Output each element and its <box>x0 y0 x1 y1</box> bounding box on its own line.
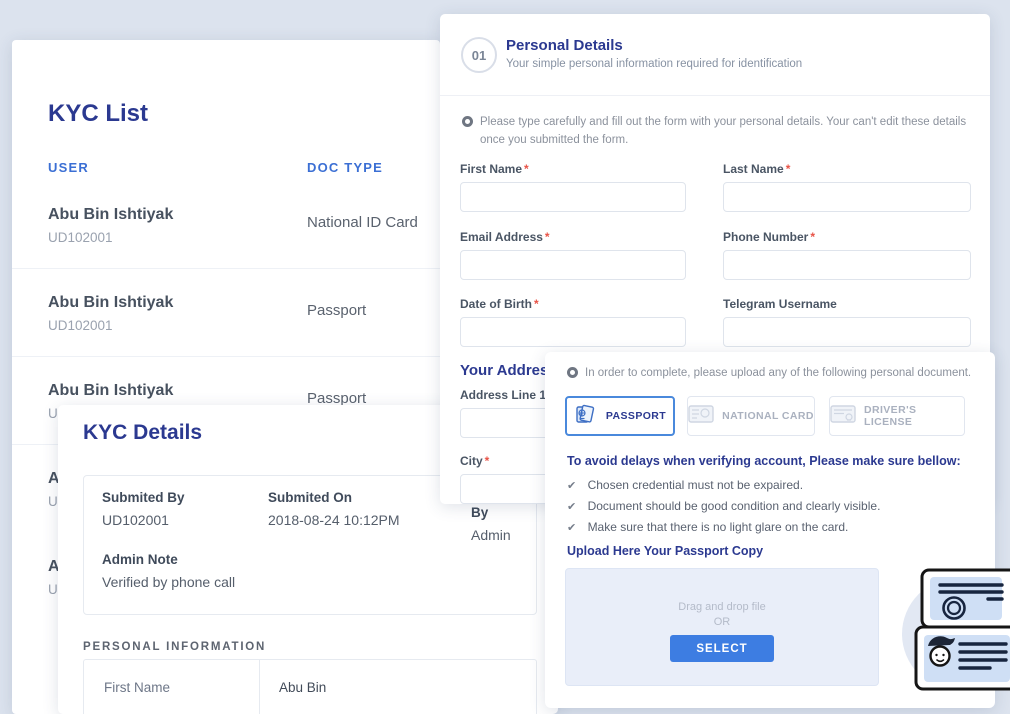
instruction-item: ✔ Document should be good condition and … <box>567 499 880 513</box>
submitted-by-label: Submited By <box>102 490 185 505</box>
instruction-text: Document should be good condition and cl… <box>588 499 881 513</box>
id-cards-illustration <box>902 556 1010 706</box>
admin-note-label: Admin Note <box>102 552 235 567</box>
upload-note-text: In order to complete, please upload any … <box>585 367 971 379</box>
email-label: Email Address* <box>460 230 686 244</box>
email-field: Email Address* <box>460 230 686 280</box>
info-row-value: Abu Bin <box>279 680 326 695</box>
doc-option-passport[interactable]: PASSPORT <box>565 396 675 436</box>
first-name-label: First Name* <box>460 162 686 176</box>
phone-input[interactable] <box>723 250 971 280</box>
check-icon: ✔ <box>567 501 576 513</box>
dropzone-hint: Drag and drop file <box>566 601 878 613</box>
required-marker: * <box>810 230 815 244</box>
user-name: Abu Bin Ishtiyak <box>48 382 173 400</box>
doc-type-value: Passport <box>307 302 366 319</box>
required-marker: * <box>545 230 550 244</box>
first-name-input[interactable] <box>460 182 686 212</box>
header-divider <box>440 95 990 96</box>
dropzone-or: OR <box>566 616 878 628</box>
submitted-on: Submited On 2018-08-24 10:12PM <box>268 490 400 530</box>
column-header-user: USER <box>48 160 89 175</box>
user-id: UD102001 <box>48 318 113 333</box>
passport-icon <box>574 402 598 431</box>
doc-option-national-card[interactable]: NATIONAL CARD <box>687 396 815 436</box>
telegram-username-field: Telegram Username <box>723 297 971 347</box>
info-icon <box>567 367 578 378</box>
first-name-field: First Name* <box>460 162 686 212</box>
upload-note: In order to complete, please upload any … <box>567 364 985 382</box>
telegram-username-label: Telegram Username <box>723 297 971 311</box>
required-marker: * <box>534 297 539 311</box>
table-divider <box>259 660 260 714</box>
select-file-button[interactable]: SELECT <box>670 635 774 662</box>
personal-information-heading: PERSONAL INFORMATION <box>83 641 266 653</box>
date-of-birth-field: Date of Birth* <box>460 297 686 347</box>
phone-label: Phone Number* <box>723 230 971 244</box>
info-icon <box>462 116 473 127</box>
submitted-on-label: Submited On <box>268 490 400 505</box>
required-marker: * <box>524 162 529 176</box>
doc-option-label: NATIONAL CARD <box>722 410 814 422</box>
telegram-username-input[interactable] <box>723 317 971 347</box>
user-name: Abu Bin Ishtiyak <box>48 206 173 224</box>
address-section-title: Your Address <box>460 362 557 379</box>
submitted-by-value: UD102001 <box>102 512 169 528</box>
user-name: Abu Bin Ishtiyak <box>48 294 173 312</box>
step-number-badge: 01 <box>461 37 497 73</box>
submitted-on-value: 2018-08-24 10:12PM <box>268 512 400 528</box>
admin-note-value: Verified by phone call <box>102 574 235 590</box>
date-of-birth-input[interactable] <box>460 317 686 347</box>
instructions-title: To avoid delays when verifying account, … <box>567 454 961 468</box>
date-of-birth-label: Date of Birth* <box>460 297 686 311</box>
info-row-label: First Name <box>104 680 170 695</box>
personal-information-table: First Name Abu Bin <box>83 659 537 714</box>
instruction-text: Make sure that there is no light glare o… <box>588 520 849 534</box>
email-input[interactable] <box>460 250 686 280</box>
required-marker: * <box>485 454 490 468</box>
column-header-doc-type: DOC TYPE <box>307 160 383 175</box>
phone-field: Phone Number* <box>723 230 971 280</box>
form-note: Please type carefully and fill out the f… <box>462 113 990 149</box>
instruction-text: Chosen credential must not be expaired. <box>588 478 803 492</box>
required-marker: * <box>786 162 791 176</box>
personal-details-title: Personal Details <box>506 37 623 54</box>
instruction-item: ✔ Make sure that there is no light glare… <box>567 520 848 534</box>
user-id: UD102001 <box>48 230 113 245</box>
instruction-item: ✔ Chosen credential must not be expaired… <box>567 478 803 492</box>
upload-title: Upload Here Your Passport Copy <box>567 544 763 558</box>
last-name-field: Last Name* <box>723 162 971 212</box>
personal-details-subtitle: Your simple personal information require… <box>506 58 802 70</box>
check-icon: ✔ <box>567 522 576 534</box>
kyc-details-title: KYC Details <box>83 421 202 445</box>
last-name-label: Last Name* <box>723 162 971 176</box>
drivers-license-icon <box>830 404 856 429</box>
check-icon: ✔ <box>567 480 576 492</box>
checked-by-value: Admin <box>471 527 511 543</box>
doc-option-label: DRIVER'S LICENSE <box>864 404 964 428</box>
id-cards-graphic <box>902 556 1010 706</box>
submitted-by: Submited By UD102001 <box>102 490 185 530</box>
national-card-icon <box>688 404 714 429</box>
doc-option-drivers-license[interactable]: DRIVER'S LICENSE <box>829 396 965 436</box>
form-note-text: Please type carefully and fill out the f… <box>480 116 966 146</box>
kyc-list-title: KYC List <box>48 100 148 128</box>
file-dropzone[interactable]: Drag and drop file OR SELECT <box>565 568 879 686</box>
doc-option-label: PASSPORT <box>606 410 666 422</box>
last-name-input[interactable] <box>723 182 971 212</box>
table-row[interactable]: Abu Bin Ishtiyak UD102001 Passport <box>12 284 440 357</box>
table-row[interactable]: Abu Bin Ishtiyak UD102001 National ID Ca… <box>12 196 440 269</box>
doc-type-value: National ID Card <box>307 214 418 231</box>
admin-note: Admin Note Verified by phone call <box>102 552 235 592</box>
